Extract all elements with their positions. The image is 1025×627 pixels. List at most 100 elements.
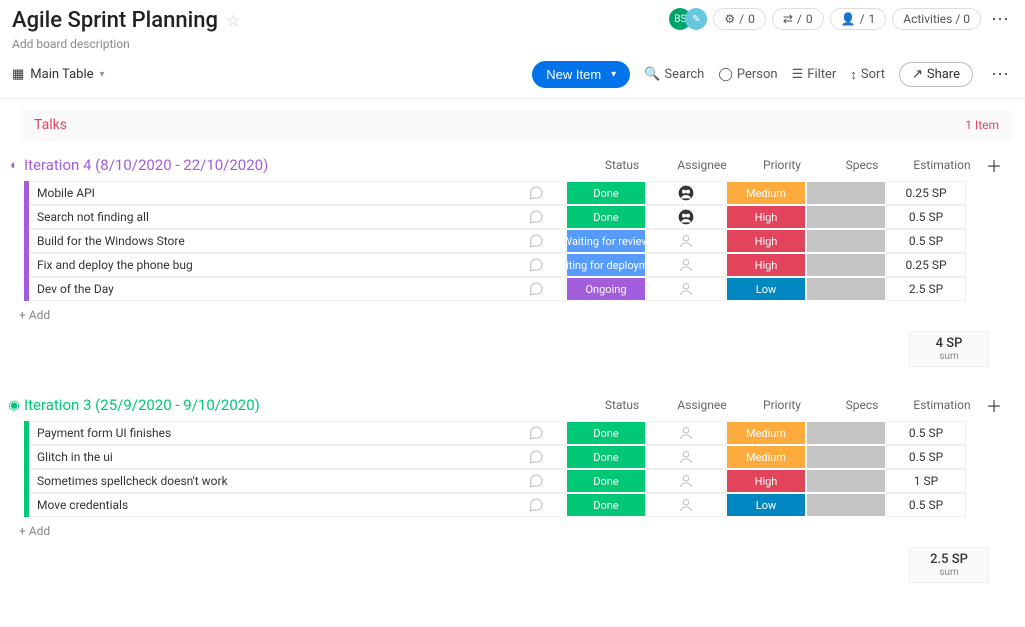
item-name[interactable]: Build for the Windows Store — [29, 229, 506, 253]
column-header-estimation[interactable]: Estimation — [902, 158, 982, 172]
sort-button[interactable]: ↕Sort — [850, 67, 885, 83]
item-name[interactable]: Search not finding all — [29, 205, 506, 229]
chat-icon[interactable] — [506, 493, 566, 517]
status-cell[interactable]: Done — [566, 205, 646, 229]
table-row[interactable]: Search not finding all Done High 0.5 SP — [6, 205, 1013, 229]
priority-cell[interactable]: High — [726, 229, 806, 253]
automations-pill[interactable]: ⚙/ 0 — [713, 8, 765, 30]
group-title[interactable]: Iteration 3 (25/9/2020 - 9/10/2020) — [22, 396, 582, 414]
item-name[interactable]: Move credentials — [29, 493, 506, 517]
assignee-cell[interactable] — [646, 253, 726, 277]
add-column-icon[interactable]: ＋ — [982, 393, 1006, 417]
priority-cell[interactable]: Low — [726, 277, 806, 301]
new-item-button[interactable]: New Item ▾ — [532, 61, 630, 88]
priority-cell[interactable]: High — [726, 205, 806, 229]
chat-icon[interactable] — [506, 253, 566, 277]
main-table-view[interactable]: ▦ Main Table ▾ — [12, 67, 105, 82]
table-row[interactable]: Payment form UI finishes Done Medium 0.5… — [6, 421, 1013, 445]
estimation-cell[interactable]: 0.25 SP — [886, 253, 966, 277]
status-cell[interactable]: Done — [566, 181, 646, 205]
priority-cell[interactable]: High — [726, 253, 806, 277]
column-header-specs[interactable]: Specs — [822, 398, 902, 412]
more-menu-icon[interactable]: ⋯ — [987, 64, 1013, 85]
column-header-priority[interactable]: Priority — [742, 158, 822, 172]
collapse-toggle-icon[interactable]: ◉ — [6, 398, 22, 413]
members-pill[interactable]: 👤/ 1 — [830, 8, 887, 30]
status-cell[interactable]: Done — [566, 493, 646, 517]
board-description[interactable]: Add board description — [12, 37, 240, 51]
column-header-assignee[interactable]: Assignee — [662, 398, 742, 412]
item-name[interactable]: Sometimes spellcheck doesn't work — [29, 469, 506, 493]
estimation-cell[interactable]: 1 SP — [886, 469, 966, 493]
assignee-cell[interactable] — [646, 493, 726, 517]
chat-icon[interactable] — [506, 445, 566, 469]
assignee-cell[interactable] — [646, 229, 726, 253]
person-filter-button[interactable]: ◯Person — [718, 67, 777, 82]
table-row[interactable]: Move credentials Done Low 0.5 SP — [6, 493, 1013, 517]
assignee-cell[interactable] — [646, 445, 726, 469]
group-title[interactable]: Iteration 4 (8/10/2020 - 22/10/2020) — [22, 156, 582, 174]
estimation-cell[interactable]: 2.5 SP — [886, 277, 966, 301]
priority-cell[interactable]: Medium — [726, 445, 806, 469]
add-column-icon[interactable]: ＋ — [982, 153, 1006, 177]
estimation-cell[interactable]: 0.5 SP — [886, 421, 966, 445]
favorite-star-icon[interactable]: ☆ — [226, 11, 240, 30]
column-header-status[interactable]: Status — [582, 398, 662, 412]
priority-cell[interactable]: Medium — [726, 421, 806, 445]
table-row[interactable]: Glitch in the ui Done Medium 0.5 SP — [6, 445, 1013, 469]
table-row[interactable]: Sometimes spellcheck doesn't work Done H… — [6, 469, 1013, 493]
estimation-cell[interactable]: 0.5 SP — [886, 205, 966, 229]
column-header-assignee[interactable]: Assignee — [662, 158, 742, 172]
estimation-cell[interactable]: 0.5 SP — [886, 229, 966, 253]
specs-cell[interactable] — [806, 277, 886, 301]
column-header-estimation[interactable]: Estimation — [902, 398, 982, 412]
item-name[interactable]: Mobile API — [29, 181, 506, 205]
status-cell[interactable]: Ongoing — [566, 277, 646, 301]
search-button[interactable]: 🔍Search — [644, 67, 704, 82]
status-cell[interactable]: Done — [566, 469, 646, 493]
assignee-cell[interactable] — [646, 469, 726, 493]
more-menu-icon[interactable]: ⋯ — [987, 9, 1013, 30]
item-name[interactable]: Glitch in the ui — [29, 445, 506, 469]
item-name[interactable]: Fix and deploy the phone bug — [29, 253, 506, 277]
priority-cell[interactable]: High — [726, 469, 806, 493]
specs-cell[interactable] — [806, 181, 886, 205]
estimation-cell[interactable]: 0.5 SP — [886, 493, 966, 517]
assignee-cell[interactable] — [646, 421, 726, 445]
assignee-cell[interactable] — [646, 205, 726, 229]
specs-cell[interactable] — [806, 253, 886, 277]
talks-group-collapsed[interactable]: Talks 1 Item — [20, 109, 1013, 141]
column-header-priority[interactable]: Priority — [742, 398, 822, 412]
chat-icon[interactable] — [506, 421, 566, 445]
assignee-cell[interactable] — [646, 277, 726, 301]
specs-cell[interactable] — [806, 229, 886, 253]
table-row[interactable]: Dev of the Day Ongoing Low 2.5 SP — [6, 277, 1013, 301]
item-name[interactable]: Dev of the Day — [29, 277, 506, 301]
chat-icon[interactable] — [506, 277, 566, 301]
column-header-status[interactable]: Status — [582, 158, 662, 172]
share-button[interactable]: ↗Share — [899, 62, 973, 87]
specs-cell[interactable] — [806, 493, 886, 517]
specs-cell[interactable] — [806, 205, 886, 229]
table-row[interactable]: Build for the Windows Store Waiting for … — [6, 229, 1013, 253]
priority-cell[interactable]: Medium — [726, 181, 806, 205]
integrations-pill[interactable]: ⇄/ 0 — [772, 8, 824, 30]
chat-icon[interactable] — [506, 229, 566, 253]
status-cell[interactable]: Done — [566, 445, 646, 469]
priority-cell[interactable]: Low — [726, 493, 806, 517]
table-row[interactable]: Mobile API Done Medium 0.25 SP — [6, 181, 1013, 205]
column-header-specs[interactable]: Specs — [822, 158, 902, 172]
status-cell[interactable]: Waiting for deployme… — [566, 253, 646, 277]
status-cell[interactable]: Done — [566, 421, 646, 445]
table-row[interactable]: Fix and deploy the phone bug Waiting for… — [6, 253, 1013, 277]
chat-icon[interactable] — [506, 205, 566, 229]
chat-icon[interactable] — [506, 469, 566, 493]
filter-button[interactable]: ☰Filter — [792, 67, 837, 82]
status-cell[interactable]: Waiting for review — [566, 229, 646, 253]
specs-cell[interactable] — [806, 445, 886, 469]
collapse-toggle-icon[interactable]: ◐ — [6, 157, 22, 173]
estimation-cell[interactable]: 0.5 SP — [886, 445, 966, 469]
assignee-cell[interactable] — [646, 181, 726, 205]
specs-cell[interactable] — [806, 469, 886, 493]
add-item-input[interactable]: + Add — [11, 308, 50, 322]
